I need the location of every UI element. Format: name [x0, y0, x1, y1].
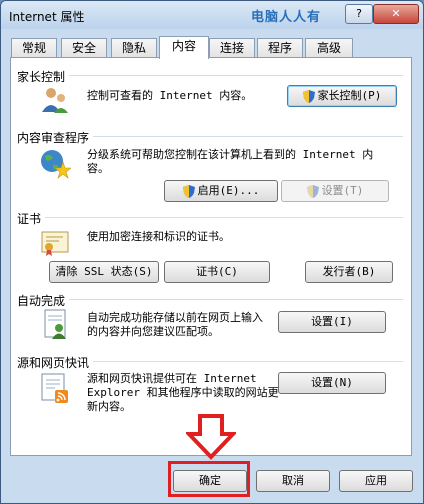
apply-button[interactable]: 应用 [339, 470, 413, 492]
tab-general[interactable]: 常规 [11, 38, 57, 58]
tab-connections[interactable]: 连接 [209, 38, 255, 58]
title-bar[interactable]: Internet 属性 电脑人人有 ? ✕ [1, 1, 423, 29]
group-divider [17, 299, 403, 300]
group-title: 源和网页快讯 [17, 354, 94, 371]
autocomplete-group: 自动完成 自动完成功能存储以前在网页上输入的内容并向您建议匹配项。 设置(I) [11, 292, 411, 350]
content-advisor-settings-button[interactable]: 设置(T) [281, 180, 389, 202]
parental-controls-button[interactable]: 家长控制(P) [287, 85, 397, 107]
tab-security[interactable]: 安全 [61, 38, 107, 58]
tab-advanced[interactable]: 高级 [305, 38, 353, 58]
group-title: 证书 [17, 210, 46, 227]
group-title: 内容审查程序 [17, 129, 94, 146]
help-button[interactable]: ? [345, 4, 373, 24]
uac-shield-icon [306, 184, 319, 198]
group-divider [17, 75, 403, 76]
uac-shield-icon [302, 89, 315, 103]
window-title: Internet 属性 [9, 10, 85, 24]
autocomplete-description: 自动完成功能存储以前在网页上输入的内容并向您建议匹配项。 [87, 311, 263, 338]
certificates-description: 使用加密连接和标识的证书。 [87, 230, 230, 243]
parental-controls-group: 家长控制 控制可查看的 Internet 内容。 家长控制(P) [11, 68, 411, 128]
down-arrow-annotation-icon [186, 414, 236, 460]
close-button[interactable]: ✕ [373, 4, 419, 24]
tab-content[interactable]: 内容 [159, 36, 209, 59]
uac-shield-icon [182, 184, 195, 198]
autocomplete-settings-button[interactable]: 设置(I) [278, 311, 386, 333]
parental-control-icon [42, 88, 68, 113]
advisor-settings-button-label: 设置(T) [321, 184, 364, 197]
parental-controls-button-label: 家长控制(P) [317, 89, 382, 102]
content-advisor-enable-button[interactable]: 启用(E)... [164, 180, 278, 202]
tab-programs[interactable]: 程序 [257, 38, 303, 58]
clear-ssl-state-button[interactable]: 清除 SSL 状态(S) [49, 261, 159, 283]
ok-button-highlight-box [168, 461, 250, 497]
certificates-button[interactable]: 证书(C) [164, 261, 270, 283]
group-title: 家长控制 [17, 68, 70, 85]
cancel-button[interactable]: 取消 [256, 470, 330, 492]
autocomplete-icon [44, 309, 66, 339]
publishers-button[interactable]: 发行者(B) [305, 261, 393, 283]
tab-privacy[interactable]: 隐私 [111, 38, 157, 58]
group-title: 自动完成 [17, 292, 70, 309]
certificate-icon [41, 231, 69, 256]
content-advisor-description: 分级系统可帮助您控制在该计算机上看到的 Internet 内容。 [87, 148, 374, 175]
feeds-icon [41, 373, 68, 403]
content-advisor-group: 内容审查程序 分级系统可帮助您控制在该计算机上看到的 Internet 内容。 … [11, 129, 411, 209]
internet-options-dialog: Internet 属性 电脑人人有 ? ✕ 常规 安全 隐私 内容 连接 程序 … [0, 0, 424, 504]
enable-button-label: 启用(E)... [197, 184, 260, 197]
watermark-text: 电脑人人有 [251, 10, 322, 25]
content-advisor-icon [41, 150, 71, 179]
feeds-settings-button[interactable]: 设置(N) [278, 372, 386, 394]
feeds-description: 源和网页快讯提供可在 Internet Explorer 和其他程序中读取的网站… [87, 372, 279, 413]
group-divider [17, 217, 403, 218]
certificates-group: 证书 使用加密连接和标识的证书。 清除 SSL 状态(S) 证书(C) 发行者(… [11, 210, 411, 283]
content-tab-panel: 家长控制 控制可查看的 Internet 内容。 家长控制(P) 内容审查程序 … [10, 57, 412, 456]
